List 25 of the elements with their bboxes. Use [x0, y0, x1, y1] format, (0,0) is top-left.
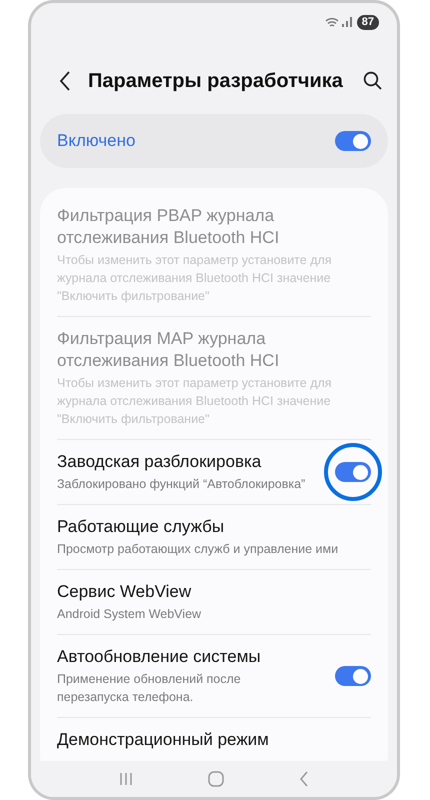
- signal-icon: [342, 17, 352, 27]
- home-icon[interactable]: [208, 771, 224, 787]
- page-title: Параметры разработчика: [88, 69, 343, 94]
- setting-description: Чтобы изменить этот параметр установите для журнала отслеживания Bluetooth HCI значение "Включить фильтрование": [57, 375, 333, 428]
- toggle-switch[interactable]: [335, 131, 371, 151]
- wifi-icon: [324, 16, 339, 28]
- setting-description: Android System WebView: [57, 606, 202, 623]
- back-icon[interactable]: [59, 71, 71, 91]
- toggle-switch[interactable]: [335, 666, 371, 686]
- back-nav-icon[interactable]: [299, 771, 310, 787]
- master-switch-bar[interactable]: Включено: [40, 114, 388, 168]
- recent-apps-icon[interactable]: [118, 772, 133, 786]
- switch-label: Включено: [57, 130, 136, 152]
- setting-description: Чтобы изменить этот параметр установите для журнала отслеживания Bluetooth HCI значение "Включить фильтрование": [57, 252, 333, 305]
- setting-title[interactable]: Сервис WebView: [57, 581, 371, 603]
- setting-description: Применение обновлений после перезапуска телефона.: [57, 671, 242, 706]
- search-icon[interactable]: [363, 71, 383, 91]
- setting-title[interactable]: Демонстрационный режим: [57, 729, 371, 751]
- setting-description: Просмотр работающих служб и управление ими: [57, 541, 340, 558]
- setting-title[interactable]: Работающие службы: [57, 516, 371, 538]
- setting-title[interactable]: Заводская разблокировка: [57, 451, 309, 473]
- toggle-switch[interactable]: [335, 462, 371, 482]
- battery-level: 87: [356, 14, 379, 30]
- setting-title[interactable]: Автообновление системы: [57, 646, 309, 668]
- setting-description: Заблокировано функций “Автоблокировка”: [57, 476, 306, 493]
